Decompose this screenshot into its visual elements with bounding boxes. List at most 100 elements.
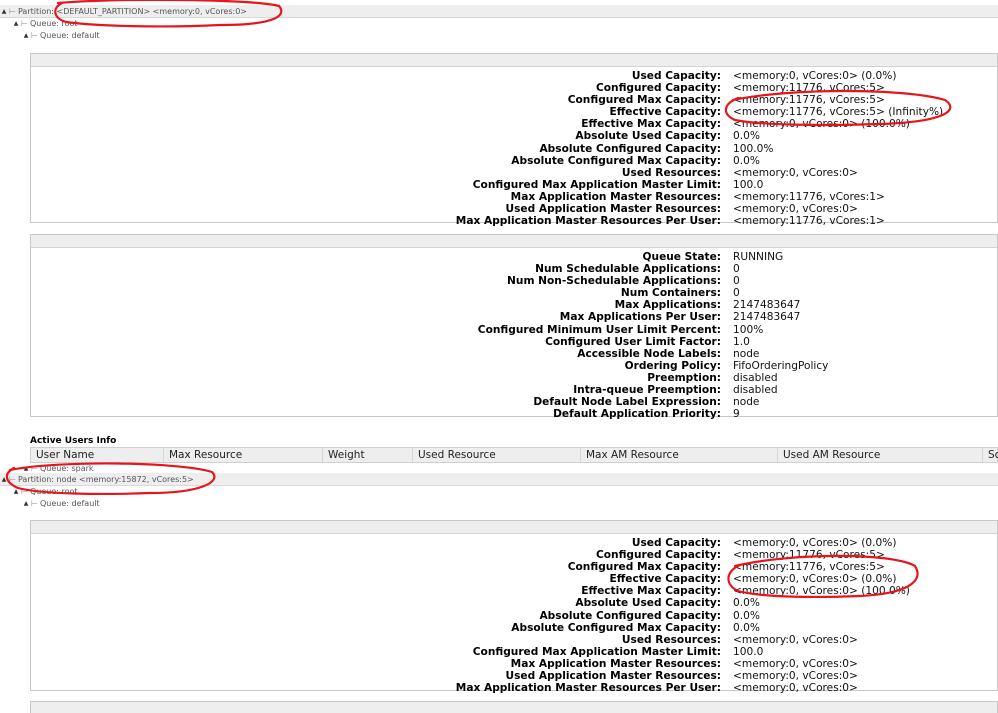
panel-header: [31, 54, 997, 67]
info-label: Configured Max Capacity:: [567, 561, 721, 574]
info-value: 0.0%: [733, 154, 760, 167]
expand-arrow-icon[interactable]: ▲: [0, 476, 8, 483]
info-label: Configured Capacity:: [595, 82, 721, 95]
info-value: <memory:0, vCores:0>: [733, 203, 858, 216]
info-label: Max Application Master Resources Per Use…: [455, 682, 721, 695]
queue-default-row[interactable]: ▲ ⊢ Queue: default: [22, 497, 100, 509]
info-label: Configured Max Application Master Limit:: [472, 178, 721, 191]
queue-root-row[interactable]: ▲ ⊢ Queue: root: [12, 17, 78, 29]
info-value: <memory:0, vCores:0> (0.0%): [733, 537, 897, 549]
capacity-panel-node-partition: Used Capacity: <memory:0, vCores:0> (0.0%…: [30, 520, 998, 695]
column-header-used-resource[interactable]: Used Resource: [412, 448, 580, 462]
info-row: Used Application Master Resources: <memor…: [31, 203, 997, 215]
info-label: Max Applications Per User:: [559, 311, 721, 324]
queue-default-row[interactable]: ▲ ⊢ Queue: default: [22, 29, 100, 41]
expand-arrow-icon[interactable]: ▲: [22, 500, 30, 507]
info-label: Preemption:: [647, 371, 721, 384]
info-row: Configured Max Application Master Limit:…: [31, 179, 997, 191]
info-row: Num Containers: 0: [31, 287, 997, 299]
tree-branch-icon: ⊢: [31, 30, 38, 40]
info-value: <memory:11776, vCores:5>: [733, 94, 885, 107]
tree-branch-icon: ⊢: [21, 18, 28, 28]
expand-arrow-icon[interactable]: ▲: [12, 20, 20, 27]
info-row: Configured Max Capacity: <memory:11776, v…: [31, 94, 997, 106]
info-value: 0.0%: [733, 609, 760, 622]
info-row: Num Non-Schedulable Applications: 0: [31, 275, 997, 287]
info-value: <memory:0, vCores:0> (0.0%): [733, 573, 897, 586]
info-row: Absolute Configured Capacity: 0.0%: [31, 610, 997, 622]
info-label: Queue State:: [642, 251, 721, 263]
info-row: Used Capacity: <memory:0, vCores:0> (0.0%…: [31, 537, 997, 549]
info-label: Effective Capacity:: [609, 106, 721, 119]
queue-label: Queue: root: [29, 486, 78, 496]
info-row: Absolute Configured Capacity: 100.0%: [31, 143, 997, 155]
column-header-weight[interactable]: Weight: [322, 448, 412, 462]
info-value: 1.0: [733, 335, 750, 348]
info-label: Configured User Limit Factor:: [545, 335, 721, 348]
info-value: 0: [733, 287, 740, 300]
info-label: Intra-queue Preemption:: [573, 384, 721, 397]
info-value: 100.0: [733, 178, 764, 191]
info-value: <memory:11776, vCores:5>: [733, 549, 885, 562]
column-header-max-am-resource[interactable]: Max AM Resource: [580, 448, 777, 462]
expand-arrow-icon[interactable]: ▲: [22, 465, 30, 472]
partition-row-node[interactable]: ▲ ⊢ Partition: node <memory:15872, vCore…: [0, 473, 998, 486]
tree-branch-icon: ⊢: [9, 6, 16, 16]
info-label: Accessible Node Labels:: [577, 347, 721, 360]
info-label: Ordering Policy:: [624, 359, 721, 372]
info-row: Num Schedulable Applications: 0: [31, 263, 997, 275]
column-header-max-resource[interactable]: Max Resource: [163, 448, 322, 462]
info-table: Queue State: RUNNING Num Schedulable Appli…: [31, 248, 997, 420]
queue-root-row[interactable]: ▲ ⊢ Queue: root: [12, 485, 78, 497]
expand-arrow-icon[interactable]: ▲: [0, 8, 8, 15]
info-label: Absolute Configured Max Capacity:: [511, 154, 721, 167]
info-label: Absolute Configured Capacity:: [539, 142, 721, 155]
info-value: <memory:0, vCores:0> (100.0%): [733, 585, 910, 598]
info-row: Max Application Master Resources: <memory…: [31, 191, 997, 203]
info-value: <memory:0, vCores:0>: [733, 682, 858, 695]
info-value: 0.0%: [733, 597, 760, 610]
tree-branch-icon: ⊢: [21, 486, 28, 496]
expand-arrow-icon[interactable]: ▲: [12, 488, 20, 495]
info-label: Configured Max Application Master Limit:: [472, 645, 721, 658]
column-header-used-am-resource[interactable]: Used AM Resource: [777, 448, 982, 462]
info-label: Configured Minimum User Limit Percent:: [477, 323, 721, 336]
info-label: Num Containers:: [620, 287, 721, 300]
info-value: <memory:0, vCores:0>: [733, 633, 858, 646]
info-value: <memory:11776, vCores:1>: [733, 215, 885, 228]
info-row: Effective Capacity: <memory:0, vCores:0> …: [31, 573, 997, 585]
column-header-sc[interactable]: Sc: [982, 448, 998, 462]
info-value: RUNNING: [733, 251, 784, 263]
info-value: <memory:0, vCores:0>: [733, 657, 858, 670]
info-row: Configured Minimum User Limit Percent: 10…: [31, 324, 997, 336]
column-header-user-name[interactable]: User Name: [31, 448, 163, 462]
info-label: Max Application Master Resources:: [510, 657, 721, 670]
info-row: Default Node Label Expression: node: [31, 396, 997, 408]
info-row: Configured Max Capacity: <memory:11776, v…: [31, 561, 997, 573]
expand-arrow-icon[interactable]: ▲: [22, 32, 30, 39]
info-value: <memory:11776, vCores:5>: [733, 82, 885, 95]
info-row: Configured Capacity: <memory:11776, vCore…: [31, 82, 997, 94]
info-value: <memory:11776, vCores:5>: [733, 561, 885, 574]
info-value: 2147483647: [733, 311, 801, 324]
info-label: Max Application Master Resources:: [510, 190, 721, 203]
info-row: Ordering Policy: FifoOrderingPolicy: [31, 360, 997, 372]
info-label: Max Application Master Resources Per Use…: [455, 215, 721, 228]
info-row: Configured Capacity: <memory:11776, vCore…: [31, 549, 997, 561]
info-row: Used Resources: <memory:0, vCores:0>: [31, 167, 997, 179]
info-row: Used Resources: <memory:0, vCores:0>: [31, 634, 997, 646]
active-users-table-header: User Name Max Resource Weight Used Resou…: [30, 447, 998, 463]
info-value: 0.0%: [733, 130, 760, 143]
info-label: Effective Capacity:: [609, 573, 721, 586]
info-value: node: [733, 396, 760, 409]
info-label: Effective Max Capacity:: [581, 585, 721, 598]
info-row: Effective Max Capacity: <memory:0, vCores…: [31, 585, 997, 597]
active-users-title: Active Users Info: [30, 436, 117, 446]
info-row: Max Application Master Resources Per Use…: [31, 215, 997, 227]
info-label: Num Non-Schedulable Applications:: [507, 275, 721, 288]
info-value: disabled: [733, 384, 778, 397]
info-row: Preemption: disabled: [31, 372, 997, 384]
partition-row-default[interactable]: ▲ ⊢ Partition: <DEFAULT_PARTITION> <memo…: [0, 5, 998, 18]
info-row: Used Application Master Resources: <memor…: [31, 670, 997, 682]
info-row: Max Application Master Resources: <memory…: [31, 658, 997, 670]
